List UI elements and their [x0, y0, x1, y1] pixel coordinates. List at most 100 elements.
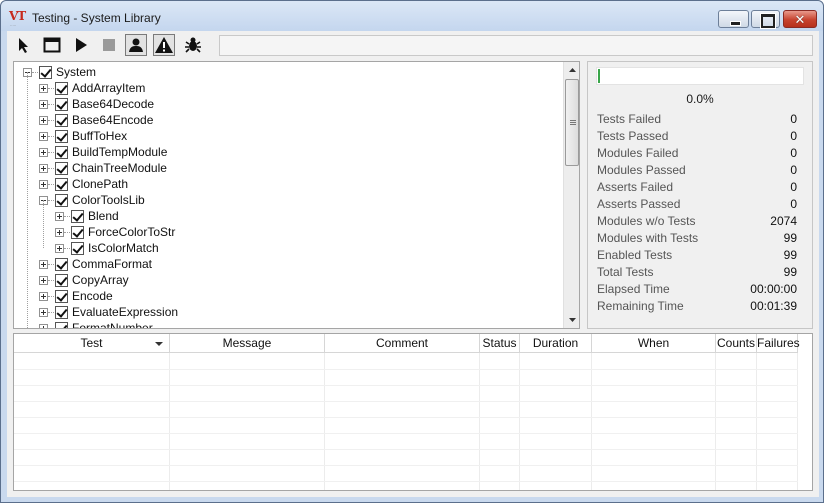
- column-header[interactable]: Test: [14, 334, 170, 353]
- tree-item-checkbox[interactable]: [55, 113, 68, 127]
- stat-row: Modules with Tests 99: [597, 231, 797, 248]
- window-button[interactable]: [41, 34, 63, 56]
- expand-plus-icon[interactable]: [39, 179, 48, 189]
- tree-item[interactable]: CommaFormat: [39, 256, 152, 272]
- chevron-down-icon: [568, 318, 576, 322]
- select-pointer-button[interactable]: [13, 34, 35, 56]
- column-header[interactable]: Counts: [716, 334, 757, 353]
- expand-plus-icon[interactable]: [39, 163, 48, 173]
- toolbar: [7, 31, 819, 59]
- scroll-down-button[interactable]: [564, 312, 579, 328]
- tree-item-checkbox[interactable]: [71, 241, 84, 255]
- stat-value: 00:00:00: [750, 282, 797, 296]
- tree-item-checkbox[interactable]: [39, 65, 52, 79]
- tree-item-checkbox[interactable]: [55, 145, 68, 159]
- results-grid[interactable]: Test Message Comment Status Duration When Coun…: [13, 333, 813, 491]
- expand-plus-icon[interactable]: [39, 131, 48, 141]
- scroll-up-button[interactable]: [564, 62, 579, 78]
- tree-item-checkbox[interactable]: [55, 177, 68, 191]
- scroll-thumb[interactable]: [565, 79, 579, 166]
- expand-plus-icon[interactable]: [39, 83, 48, 93]
- tree-item-label: FormatNumber: [72, 321, 153, 329]
- expand-plus-icon[interactable]: [39, 291, 48, 301]
- tree-item[interactable]: Base64Decode: [39, 96, 154, 112]
- column-header-label: Duration: [532, 336, 579, 350]
- module-tree[interactable]: System AddArrayItem Base64Decode Base64Enco…: [13, 61, 580, 329]
- minimize-button[interactable]: [718, 10, 749, 28]
- toolbar-status-field: [219, 35, 813, 56]
- tree-item[interactable]: ClonePath: [39, 176, 128, 192]
- tree-item-checkbox[interactable]: [55, 97, 68, 111]
- stat-value: 0: [790, 197, 797, 211]
- expand-plus-icon[interactable]: [39, 99, 48, 109]
- tree-item-checkbox[interactable]: [71, 225, 84, 239]
- stat-value: 0: [790, 129, 797, 143]
- expand-plus-icon[interactable]: [39, 307, 48, 317]
- tree-item-checkbox[interactable]: [55, 193, 68, 207]
- stat-value: 99: [783, 248, 797, 262]
- grid-row-line: [14, 449, 798, 450]
- tree-item-checkbox[interactable]: [55, 273, 68, 287]
- maximize-button[interactable]: [751, 10, 780, 28]
- expand-plus-icon[interactable]: [39, 323, 48, 328]
- tree-item-label: ForceColorToStr: [88, 225, 176, 239]
- tree-item-checkbox[interactable]: [55, 161, 68, 175]
- tree-connector: [48, 311, 54, 313]
- column-header[interactable]: Duration: [520, 334, 592, 353]
- tree-item-checkbox[interactable]: [55, 289, 68, 303]
- expand-plus-icon[interactable]: [39, 147, 48, 157]
- expand-plus-icon[interactable]: [55, 227, 64, 237]
- stat-row: Modules Passed 0: [597, 163, 797, 180]
- tree-guide-line: [43, 200, 44, 248]
- column-header[interactable]: Comment: [325, 334, 480, 353]
- warning-icon: [155, 37, 173, 53]
- expand-plus-icon[interactable]: [39, 259, 48, 269]
- tree-item[interactable]: ChainTreeModule: [39, 160, 167, 176]
- users-toggle-button[interactable]: [125, 34, 147, 56]
- column-header[interactable]: When: [592, 334, 716, 353]
- tree-item-checkbox[interactable]: [55, 321, 68, 328]
- stat-row: Asserts Passed 0: [597, 197, 797, 214]
- tree-item[interactable]: ColorToolsLib: [39, 192, 145, 208]
- tree-item[interactable]: BuffToHex: [39, 128, 127, 144]
- stat-value: 0: [790, 146, 797, 160]
- tree-item-label: System: [56, 65, 97, 79]
- stop-button[interactable]: [98, 34, 120, 56]
- tree-item[interactable]: CopyArray: [39, 272, 129, 288]
- run-button[interactable]: [70, 34, 92, 56]
- window-title: Testing - System Library: [32, 11, 161, 25]
- stat-row: Tests Failed 0: [597, 112, 797, 129]
- tree-item-label: BuffToHex: [72, 129, 128, 143]
- tree-item-label: Base64Decode: [72, 97, 155, 111]
- tree-item[interactable]: EvaluateExpression: [39, 304, 178, 320]
- column-header-label: Counts: [716, 336, 756, 350]
- tree-scrollbar[interactable]: [563, 62, 579, 328]
- grid-column: [520, 353, 592, 490]
- tree-item[interactable]: Blend: [55, 208, 119, 224]
- grid-column: [325, 353, 480, 490]
- warnings-toggle-button[interactable]: [153, 34, 175, 56]
- tree-item-checkbox[interactable]: [55, 257, 68, 271]
- expand-plus-icon[interactable]: [39, 115, 48, 125]
- column-header[interactable]: Failures: [757, 334, 800, 353]
- tree-item[interactable]: Base64Encode: [39, 112, 153, 128]
- tree-item[interactable]: AddArrayItem: [39, 80, 145, 96]
- tree-item[interactable]: BuildTempModule: [39, 144, 167, 160]
- tree-item-checkbox[interactable]: [71, 209, 84, 223]
- expand-plus-icon[interactable]: [39, 275, 48, 285]
- tree-item[interactable]: ForceColorToStr: [55, 224, 175, 240]
- expand-plus-icon[interactable]: [55, 211, 64, 221]
- close-button[interactable]: ✕: [783, 10, 817, 28]
- tree-item-checkbox[interactable]: [55, 81, 68, 95]
- tree-item-checkbox[interactable]: [55, 129, 68, 143]
- tree-item[interactable]: FormatNumber: [39, 320, 153, 329]
- debug-button[interactable]: [182, 34, 204, 56]
- tree-item[interactable]: System: [23, 64, 96, 80]
- title-bar[interactable]: VT ····· Testing - System Library ✕: [1, 1, 823, 31]
- tree-item-checkbox[interactable]: [55, 305, 68, 319]
- column-header[interactable]: Status: [480, 334, 520, 353]
- column-header[interactable]: Message: [170, 334, 325, 353]
- tree-item[interactable]: Encode: [39, 288, 113, 304]
- expand-plus-icon[interactable]: [55, 243, 64, 253]
- tree-item[interactable]: IsColorMatch: [55, 240, 159, 256]
